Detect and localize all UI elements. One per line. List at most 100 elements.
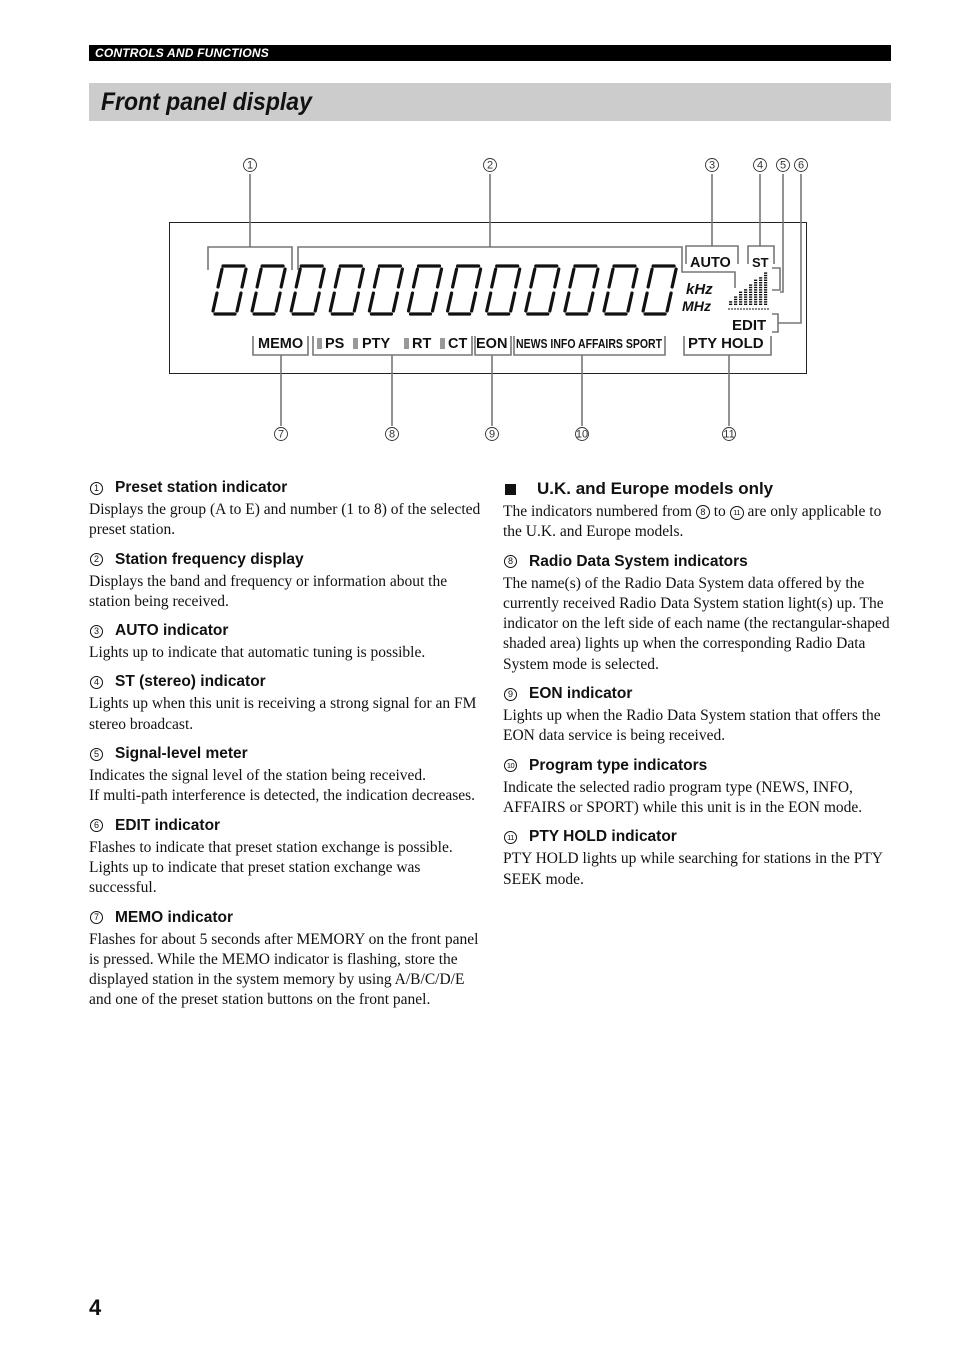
digit-segment: [255, 267, 263, 289]
description-item: 5 Signal-level meter Indicates the signal…: [89, 744, 481, 807]
ct-mode-indicator: [440, 338, 445, 349]
item-body: Lights up when the Radio Data System sta…: [503, 707, 881, 745]
digit-segment: [430, 291, 439, 313]
item-body-line: If multi-path interference is detected, …: [89, 787, 476, 805]
auto-label: AUTO: [690, 255, 731, 271]
description-item: 4 ST (stereo) indicator Lights up when th…: [89, 672, 481, 735]
callout-number: 8: [389, 429, 395, 441]
front-panel-diagram: 1 2 3 4 5 6 7 8 9 10 11 AUTO ST kHz MHz EDIT MEMO …: [0, 0, 954, 460]
digit-segment: [626, 291, 634, 313]
item-body: Indicate the selected radio program type…: [503, 778, 863, 816]
digit-segment: [411, 267, 420, 289]
digit-segment: [391, 291, 399, 313]
digit-segment: [529, 267, 537, 289]
callout-number: 11: [723, 429, 734, 441]
frequency-digit: [406, 264, 444, 316]
digit-segment: [548, 291, 556, 313]
digit-segment: [367, 291, 375, 313]
digit-segment: [665, 291, 673, 313]
digit-segment: [318, 267, 326, 289]
frequency-digit: [602, 264, 639, 316]
digit-segment: [524, 291, 532, 313]
leader-line-6: [778, 174, 802, 324]
digit-segment: [274, 291, 282, 313]
meter-bar: [749, 284, 753, 305]
callout-marker: 4: [753, 158, 767, 172]
description-item: 2 Station frequency display Displays the …: [89, 550, 481, 613]
frequency-digit: [446, 264, 483, 316]
callout-number: 7: [278, 429, 284, 441]
item-title: AUTO indicator: [115, 622, 229, 640]
digit-segment: [641, 291, 649, 313]
description-item: 9 EON indicator Lights up when the Radio …: [503, 684, 895, 747]
pty-mode-indicator: [353, 338, 358, 349]
preset-digit: [211, 264, 248, 316]
digit-segment: [235, 291, 243, 313]
digit-segment: [372, 267, 380, 289]
item-body: Lights up to indicate that automatic tun…: [89, 644, 426, 662]
item-title: Signal-level meter: [115, 745, 248, 763]
callout-marker: 9: [485, 427, 499, 441]
section-title: U.K. and Europe models only: [537, 479, 774, 498]
rt-label: RT: [412, 336, 431, 352]
square-bullet-icon: [505, 483, 516, 495]
callout-marker: 7: [274, 427, 288, 441]
digit-segment: [553, 267, 561, 289]
digit-segment: [485, 291, 493, 313]
ps-label: PS: [325, 336, 345, 352]
callout-number: 4: [90, 675, 103, 689]
frequency-digit: [485, 264, 522, 316]
item-body: Displays the band and frequency or infor…: [89, 572, 448, 610]
meter-bar: [739, 291, 743, 305]
meter-bar: [734, 296, 738, 305]
ct-label: CT: [448, 336, 467, 352]
meter-bar: [729, 301, 733, 305]
description-item: 3 AUTO indicator Lights up to indicate th…: [89, 621, 481, 663]
callout-number: 11: [729, 506, 744, 521]
pty-label: PTY: [362, 336, 391, 352]
callout-number: 3: [90, 624, 103, 638]
item-body: The name(s) of the Radio Data System dat…: [503, 574, 890, 673]
khz-label: kHz: [686, 281, 713, 298]
callout-number: 6: [90, 819, 103, 833]
section-intro: The indicators numbered from 8 to 11 are…: [503, 502, 895, 543]
digit-segment: [607, 267, 615, 289]
callout-number: 9: [504, 687, 517, 701]
callout-number: 10: [576, 429, 588, 441]
frequency-digit: [289, 264, 326, 316]
segment-digits: [211, 264, 678, 316]
callout-number: 4: [757, 160, 763, 172]
item-title: Radio Data System indicators: [529, 552, 748, 570]
description-item: 11 PTY HOLD indicator PTY HOLD lights up …: [503, 827, 895, 890]
digit-segment: [216, 267, 224, 289]
callout-number: 10: [504, 759, 517, 773]
rt-mode-indicator: [404, 338, 409, 349]
frequency-digit: [563, 264, 600, 316]
item-title: Preset station indicator: [115, 479, 288, 496]
callout-marker: 8: [385, 427, 399, 441]
intro-text: to: [713, 503, 726, 520]
callout-number: 2: [487, 160, 493, 172]
digit-segment: [646, 267, 654, 289]
left-column: 1 Preset station indicator Displays the g…: [89, 478, 481, 1020]
callout-number: 6: [798, 160, 804, 172]
item-body-line: Indicates the signal level of the statio…: [89, 767, 427, 785]
item-title: MEMO indicator: [115, 908, 233, 926]
digit-segment: [333, 267, 341, 289]
callout-marker: 6: [794, 158, 808, 172]
digit-segment: [631, 267, 639, 289]
digit-segment: [446, 291, 454, 313]
frequency-digit: [524, 264, 561, 316]
description-item: 8 Radio Data System indicators The name(s…: [503, 552, 895, 675]
digit-segment: [568, 267, 576, 289]
pty-hold-label: PTY HOLD: [688, 335, 764, 352]
digit-segment: [602, 291, 610, 313]
intro-text: The indicators numbered from: [503, 503, 692, 520]
digit-segment: [470, 291, 478, 313]
item-title: EON indicator: [529, 685, 633, 703]
section-block: U.K. and Europe models only The indicato…: [503, 478, 895, 543]
callout-number: 1: [247, 160, 253, 172]
item-body: Displays the group (A to E) and number (…: [89, 501, 481, 539]
right-column: U.K. and Europe models only The indicato…: [503, 478, 895, 899]
description-item: 7 MEMO indicator Flashes for about 5 seco…: [89, 908, 481, 1011]
